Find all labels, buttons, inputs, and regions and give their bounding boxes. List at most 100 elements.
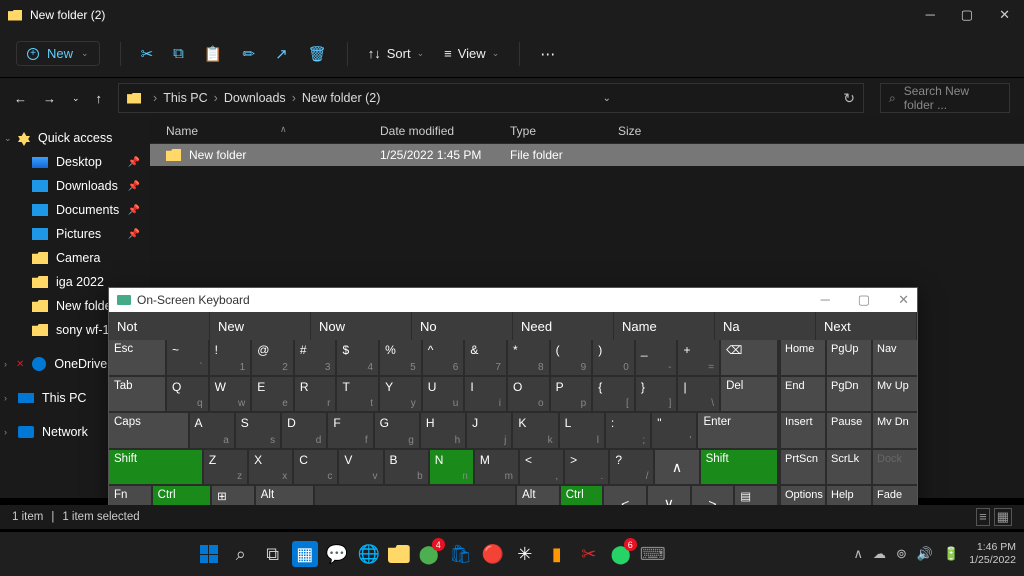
col-date[interactable]: Date modified	[380, 124, 510, 138]
store-icon[interactable]: 🛍	[448, 541, 474, 567]
key[interactable]: :;	[606, 413, 650, 448]
key[interactable]: Zz	[204, 450, 247, 485]
breadcrumb[interactable]: New folder (2)	[302, 91, 381, 105]
key-del[interactable]: Del	[721, 377, 777, 412]
recent-button[interactable]: ⌄	[72, 93, 80, 104]
chrome-icon[interactable]: 🔴	[480, 541, 506, 567]
wifi-icon[interactable]: ⊚	[896, 546, 907, 562]
volume-icon[interactable]: 🔊	[917, 546, 933, 562]
breadcrumb[interactable]: This PC	[163, 91, 207, 105]
view-button[interactable]: ≡View⌄	[444, 46, 499, 61]
sidebar-item-downloads[interactable]: Downloads📌	[0, 174, 150, 198]
onedrive-tray-icon[interactable]: ☁	[873, 546, 886, 562]
key[interactable]: @2	[252, 340, 293, 375]
slack-icon[interactable]: ✳	[512, 541, 538, 567]
key[interactable]: Jj	[467, 413, 511, 448]
col-size[interactable]: Size	[618, 124, 678, 138]
address-bar[interactable]: › This PC › Downloads › New folder (2) ⌄…	[118, 83, 864, 113]
key[interactable]: >.	[565, 450, 608, 485]
suggestion[interactable]: Next	[816, 312, 917, 340]
col-type[interactable]: Type	[510, 124, 618, 138]
key[interactable]: Tt	[337, 377, 378, 412]
suggestion[interactable]: Not	[109, 312, 210, 340]
key-shift[interactable]: Shift	[701, 450, 777, 485]
sidebar-item-camera[interactable]: Camera	[0, 246, 150, 270]
minimize-button[interactable]: ─	[926, 7, 935, 23]
suggestion[interactable]: No	[412, 312, 513, 340]
icons-view-button[interactable]: ▦	[994, 508, 1012, 526]
key[interactable]: +=	[678, 340, 719, 375]
key-prtscn[interactable]: PrtScn	[781, 450, 825, 485]
key-dock[interactable]: Dock	[873, 450, 917, 485]
key[interactable]: ^6	[423, 340, 464, 375]
explorer-icon[interactable]	[388, 545, 410, 563]
key-mvdn[interactable]: Mv Dn	[873, 413, 917, 448]
search-button[interactable]: ⌕	[228, 541, 254, 567]
chevron-up-icon[interactable]: ∧	[853, 546, 863, 562]
breadcrumb[interactable]: Downloads	[224, 91, 286, 105]
key[interactable]: Oo	[508, 377, 549, 412]
edge-icon[interactable]: 🌐	[356, 541, 382, 567]
key[interactable]: Dd	[282, 413, 326, 448]
key-up[interactable]: ∧	[655, 450, 698, 485]
key-pause[interactable]: Pause	[827, 413, 871, 448]
key[interactable]: Ii	[465, 377, 506, 412]
key-pgdn[interactable]: PgDn	[827, 377, 871, 412]
widgets-button[interactable]: ▦	[292, 541, 318, 567]
suggestion[interactable]: Need	[513, 312, 614, 340]
key-enter[interactable]: Enter	[698, 413, 777, 448]
suggestion[interactable]: New	[210, 312, 311, 340]
key[interactable]: Nn	[430, 450, 473, 485]
cut-icon[interactable]: ✂	[141, 45, 154, 63]
key-scrlk[interactable]: ScrLk	[827, 450, 871, 485]
key[interactable]: <,	[520, 450, 563, 485]
osk-icon[interactable]: ⌨	[640, 541, 666, 567]
suggestion[interactable]: Name	[614, 312, 715, 340]
key[interactable]: Qq	[167, 377, 208, 412]
app-icon[interactable]: ▮	[544, 541, 570, 567]
key-backspace[interactable]: ⌫	[721, 340, 777, 375]
clock[interactable]: 1:46 PM1/25/2022	[969, 541, 1016, 566]
key[interactable]: Aa	[190, 413, 234, 448]
key[interactable]: Kk	[513, 413, 557, 448]
key[interactable]: Gg	[375, 413, 419, 448]
rename-icon[interactable]: ✏	[243, 45, 256, 63]
table-row[interactable]: New folder 1/25/2022 1:45 PM File folder	[150, 144, 1024, 166]
osk-minimize[interactable]: ─	[821, 292, 830, 308]
key-shift[interactable]: Shift	[109, 450, 202, 485]
app-icon[interactable]: ⬤	[416, 541, 442, 567]
delete-icon[interactable]: 🗑	[308, 45, 327, 63]
key[interactable]: Bb	[385, 450, 428, 485]
maximize-button[interactable]: ▢	[961, 7, 973, 23]
forward-button[interactable]: →	[43, 91, 56, 106]
osk-maximize[interactable]: ▢	[858, 292, 870, 308]
key-insert[interactable]: Insert	[781, 413, 825, 448]
key[interactable]: ?/	[610, 450, 653, 485]
key[interactable]: Uu	[423, 377, 464, 412]
sidebar-quick-access[interactable]: ⌄Quick access	[0, 126, 150, 150]
key[interactable]: ~`	[167, 340, 208, 375]
key[interactable]: $4	[337, 340, 378, 375]
key[interactable]: %5	[380, 340, 421, 375]
key[interactable]: "'	[652, 413, 696, 448]
key[interactable]: }]	[636, 377, 677, 412]
key[interactable]: !1	[210, 340, 251, 375]
key[interactable]: Ss	[236, 413, 280, 448]
key-nav[interactable]: Nav	[873, 340, 917, 375]
key-pgup[interactable]: PgUp	[827, 340, 871, 375]
snip-icon[interactable]: ✂	[576, 541, 602, 567]
paste-icon[interactable]: 📋	[204, 45, 223, 63]
key[interactable]: Pp	[551, 377, 592, 412]
close-button[interactable]: ✕	[999, 7, 1010, 23]
share-icon[interactable]: ↗	[275, 45, 288, 63]
copy-icon[interactable]: ⧉	[173, 45, 184, 62]
key[interactable]: #3	[295, 340, 336, 375]
details-view-button[interactable]: ≡	[976, 508, 990, 526]
key[interactable]: Rr	[295, 377, 336, 412]
suggestion[interactable]: Na	[715, 312, 816, 340]
key[interactable]: Ww	[210, 377, 251, 412]
key[interactable]: Yy	[380, 377, 421, 412]
key[interactable]: &7	[465, 340, 506, 375]
key[interactable]: Xx	[249, 450, 292, 485]
chat-button[interactable]: 💬	[324, 541, 350, 567]
